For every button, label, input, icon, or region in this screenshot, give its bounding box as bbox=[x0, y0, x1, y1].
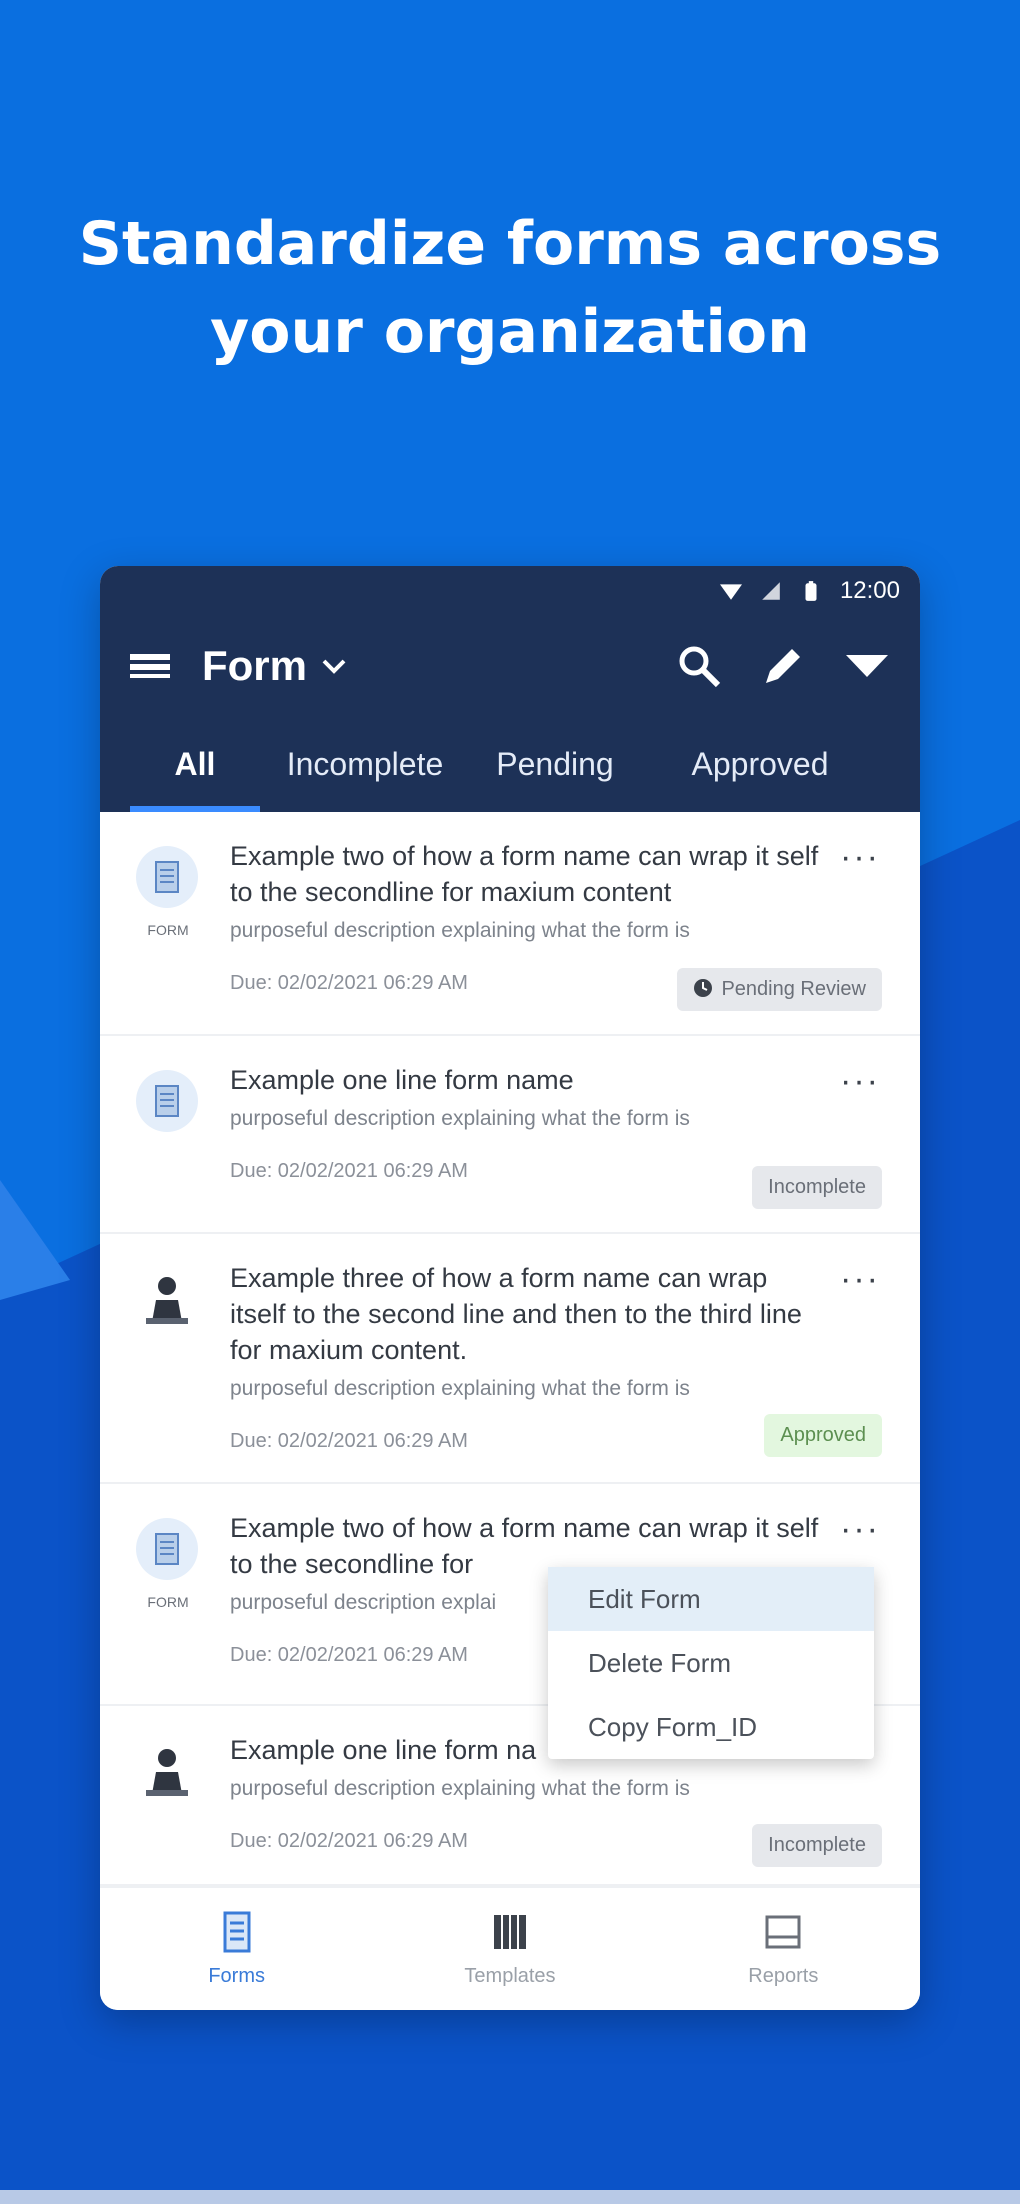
nav-reports-label: Reports bbox=[748, 1964, 819, 1987]
nav-templates[interactable]: Templates bbox=[410, 1911, 610, 1988]
form-description: purposeful description explaining what t… bbox=[230, 919, 690, 942]
status-time: 12:00 bbox=[839, 577, 900, 604]
status-bar: 12:00 bbox=[100, 566, 920, 616]
tab-approved[interactable]: Approved bbox=[670, 716, 850, 812]
wifi-icon bbox=[719, 584, 742, 600]
user-avatar-icon bbox=[136, 1740, 198, 1802]
tab-pending[interactable]: Pending bbox=[480, 716, 630, 812]
more-options-icon[interactable]: ··· bbox=[840, 1510, 880, 1549]
headline: Standardize forms across your organizati… bbox=[0, 200, 1020, 376]
more-options-icon[interactable]: ··· bbox=[840, 1062, 880, 1101]
menu-item-delete-form[interactable]: Delete Form bbox=[548, 1631, 874, 1695]
form-name: Example two of how a form name can wrap … bbox=[230, 841, 819, 907]
headline-line-1: Standardize forms across bbox=[78, 209, 942, 279]
battery-icon bbox=[805, 581, 817, 601]
nav-templates-label: Templates bbox=[464, 1964, 556, 1987]
user-avatar-icon bbox=[136, 1268, 198, 1330]
form-name: Example one line form name bbox=[230, 1065, 574, 1095]
form-description: purposeful description explaining what t… bbox=[230, 1377, 690, 1400]
more-options-icon[interactable]: ··· bbox=[840, 1260, 880, 1299]
toolbar-actions bbox=[676, 643, 890, 689]
clock-icon bbox=[694, 979, 713, 997]
form-icon bbox=[136, 846, 198, 908]
avatar-caption: FORM bbox=[147, 922, 189, 938]
tab-incomplete[interactable]: Incomplete bbox=[270, 716, 460, 812]
form-name: Example three of how a form name can wra… bbox=[230, 1263, 802, 1365]
menu-item-copy-form-id[interactable]: Copy Form_ID bbox=[548, 1695, 874, 1759]
avatar-caption: FORM bbox=[147, 1594, 189, 1610]
tab-bar: All Incomplete Pending Approved bbox=[100, 716, 920, 812]
menu-icon[interactable] bbox=[130, 652, 170, 680]
chevron-down-icon bbox=[322, 659, 346, 674]
menu-item-edit-form[interactable]: Edit Form bbox=[548, 1567, 874, 1631]
phone-screen: 12:00 Form All Incomplete Pending Approv… bbox=[100, 566, 920, 2010]
nav-forms[interactable]: Forms bbox=[137, 1911, 337, 1988]
status-badge-label: Pending Review bbox=[721, 978, 866, 1000]
nav-reports[interactable]: Reports bbox=[683, 1911, 883, 1988]
context-menu: Edit Form Delete Form Copy Form_ID bbox=[548, 1567, 874, 1759]
form-icon bbox=[136, 1518, 198, 1580]
form-icon bbox=[136, 1070, 198, 1132]
templates-icon bbox=[493, 1914, 526, 1949]
toolbar: Form bbox=[100, 616, 920, 716]
reports-icon bbox=[765, 1915, 801, 1948]
form-selector[interactable]: Form bbox=[202, 642, 347, 690]
headline-line-2: your organization bbox=[210, 297, 810, 367]
list-item[interactable]: FORM Example two of how a form name can … bbox=[100, 812, 920, 1036]
nav-forms-label: Forms bbox=[208, 1964, 265, 1987]
status-badge: Incomplete bbox=[752, 1824, 882, 1867]
forms-icon bbox=[223, 1911, 251, 1952]
list-item[interactable]: Example one line form name purposeful de… bbox=[100, 1036, 920, 1234]
app-bar: 12:00 Form All Incomplete Pending Approv… bbox=[100, 566, 920, 812]
signal-icon bbox=[762, 582, 780, 600]
search-icon[interactable] bbox=[676, 643, 722, 689]
bottom-navigation: Forms Templates Reports bbox=[100, 1886, 920, 2010]
tab-all[interactable]: All bbox=[130, 716, 260, 812]
status-badge: Pending Review bbox=[677, 968, 882, 1011]
form-description: purposeful description explaining what t… bbox=[230, 1107, 690, 1130]
form-description: purposeful description explaining what t… bbox=[230, 1777, 690, 1800]
pencil-icon[interactable] bbox=[760, 643, 806, 689]
status-badge: Incomplete bbox=[752, 1166, 882, 1209]
list-item[interactable]: Example three of how a form name can wra… bbox=[100, 1234, 920, 1484]
filter-icon[interactable] bbox=[844, 643, 890, 689]
toolbar-title: Form bbox=[202, 642, 307, 689]
status-badge: Approved bbox=[764, 1414, 882, 1457]
more-options-icon[interactable]: ··· bbox=[840, 838, 880, 877]
